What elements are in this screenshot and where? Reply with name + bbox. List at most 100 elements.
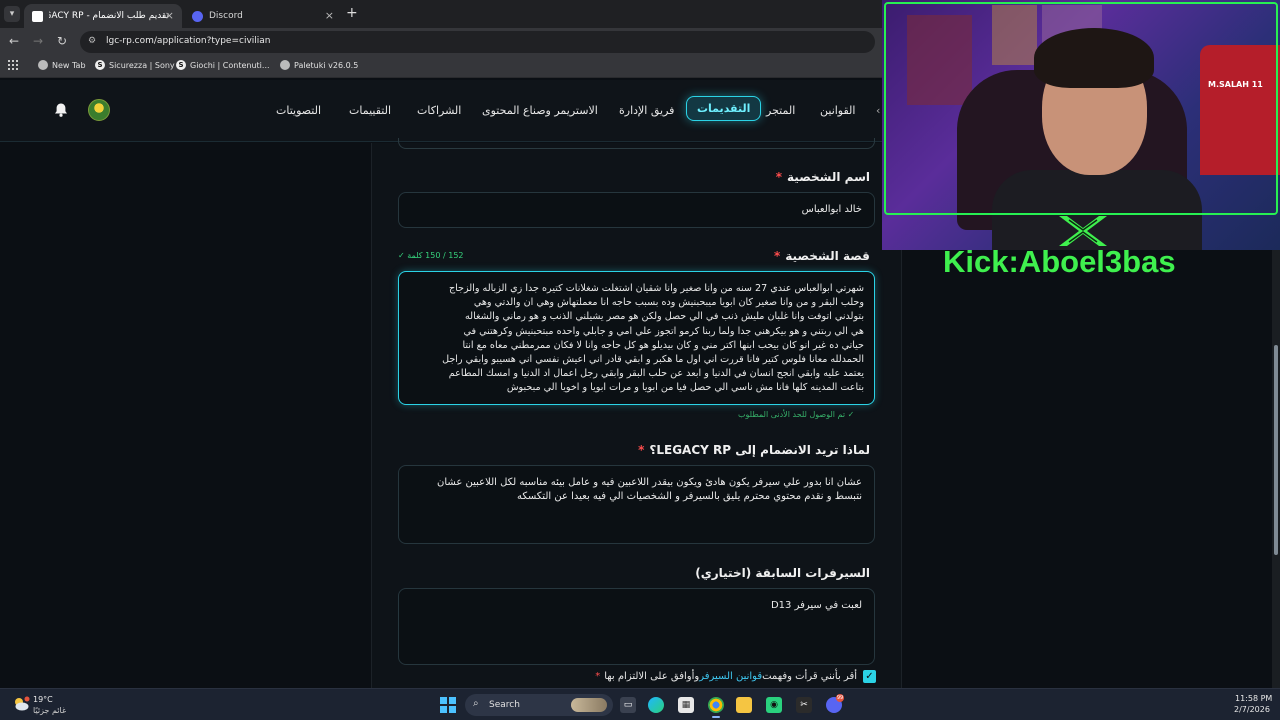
tab-search-icon[interactable]: ▾ (4, 6, 20, 22)
character-name-input[interactable]: خالد ابوالعباس (398, 192, 875, 228)
required-mark: * (775, 170, 783, 184)
rules-agreement: ✓ أقر بأنني قرأت وفهمت قوانين السيرفر وأ… (560, 668, 876, 684)
close-tab-icon[interactable]: × (165, 9, 174, 22)
s-icon: S (176, 60, 186, 70)
nav-admin-team[interactable]: فريق الإدارة (619, 104, 674, 117)
nav-streamers[interactable]: الاستريمر وصناع المحتوى (482, 104, 598, 117)
why-join-textarea[interactable]: عشان انا بدور علي سيرفر يكون هادئ ويكون … (398, 465, 875, 544)
store-icon[interactable]: ▦ (678, 697, 694, 713)
x-logo-icon (1059, 216, 1107, 246)
weather-temp[interactable]: 19°C (33, 695, 53, 704)
notification-badge: 99 (836, 694, 844, 702)
forward-icon[interactable]: → (33, 34, 43, 48)
agree-text-end: وأوافق على الالتزام بها (604, 670, 700, 682)
search-highlight-image (571, 698, 607, 712)
nav-reviews[interactable]: التقييمات (349, 104, 391, 117)
screen: ▾ تقديم طلب الانضمام - LEGACY RP × Disco… (0, 0, 1280, 720)
story-line: يعتمد عليه وابقي انجح انسان في الدنيا و … (448, 368, 864, 380)
required-mark: * (638, 443, 645, 457)
site-info-icon[interactable]: ⚙ (88, 36, 100, 48)
story-line: وحلب البقر و من وانا صغير كان ابويا ميبح… (473, 297, 864, 309)
nav-applications[interactable]: التقديمات (686, 96, 762, 121)
legacy-favicon-icon (32, 10, 43, 22)
site-header: القوانين المتجر التقديمات فريق الإدارة ا… (0, 80, 882, 142)
search-label: Search (489, 700, 520, 710)
story-line: حياتي ده غير انو كان بيحب ابنها اكتر مني… (462, 339, 864, 351)
capcut-icon[interactable]: ✂ (796, 697, 812, 713)
webcam-frame (884, 2, 1278, 215)
label-text: اسم الشخصية (787, 170, 870, 184)
globe-icon (38, 60, 48, 70)
character-name-label: اسم الشخصية * (775, 170, 876, 184)
required-mark: * (774, 249, 781, 263)
clock-time[interactable]: 11:58 PM (1235, 694, 1272, 703)
bookmark-new-tab[interactable]: New Tab (38, 60, 86, 70)
story-line: شهرتي ابوالعباس عندي 27 سنه من وانا صغير… (448, 283, 864, 294)
agree-checkbox[interactable]: ✓ (863, 669, 876, 683)
nav-store[interactable]: المتجر (766, 104, 795, 117)
bookmark-giochi[interactable]: S Giochi | Contenuti... (176, 60, 270, 70)
bookmark-label: Giochi | Contenuti... (190, 60, 270, 70)
weather-description[interactable]: غائم جزئيًا (33, 706, 66, 715)
tab-title: تقديم طلب الانضمام - LEGACY RP (49, 11, 169, 21)
url-bar[interactable]: ⚙ lgc-rp.com/application?type=civilian (80, 31, 875, 53)
chrome-icon[interactable] (708, 697, 724, 718)
task-view-icon[interactable]: ▭ (620, 697, 636, 713)
story-line: بتاعت المدينه كلها فانا مش ناسي الي حصل … (506, 382, 864, 394)
required-mark: * (595, 670, 601, 682)
os-taskbar: 19°C غائم جزئيًا ⌕ Search ▭ ▦ ◉ ✂ (0, 688, 1280, 720)
rules-link[interactable]: قوانين السيرفر (699, 671, 762, 682)
s-icon: S (95, 60, 105, 70)
clock-date[interactable]: 2/7/2026 (1234, 705, 1270, 714)
bell-icon[interactable] (53, 102, 69, 118)
bookmarks-bar: New Tab S Sicurezza | Sony S Giochi | Co… (0, 56, 882, 78)
bookmark-label: New Tab (52, 60, 86, 70)
new-tab-button[interactable]: + (346, 5, 358, 21)
nav-more-icon[interactable]: ‹ (876, 104, 880, 117)
taskbar-search[interactable]: ⌕ Search (465, 694, 613, 716)
story-line: الحمدلله معانا فلوس كتير فانا قررت اني ا… (442, 354, 864, 366)
tab-legacy-rp[interactable]: تقديم طلب الانضمام - LEGACY RP × (24, 4, 182, 28)
minimum-reached-note: ✓ تم الوصول للحد الأدنى المطلوب (738, 410, 855, 419)
nav-partners[interactable]: الشراكات (417, 104, 461, 117)
previous-servers-label: السيرفرات السابقة (اختياري) (695, 566, 876, 580)
nav-rules[interactable]: القوانين (820, 104, 855, 117)
why-join-label: ? لماذا تريد الانضمام إلى LEGACY RP؟ * (638, 443, 876, 457)
bookmark-label: Sicurezza | Sony (109, 60, 175, 70)
app-icon[interactable]: ◉ (766, 697, 782, 713)
bookmark-sony[interactable]: S Sicurezza | Sony (95, 60, 175, 70)
bookmark-paletuki[interactable]: Paletuki v26.0.5 (280, 60, 358, 70)
word-counter: 152 / 150 كلمة ✓ (398, 251, 464, 260)
bookmark-label: Paletuki v26.0.5 (294, 60, 359, 70)
globe-icon (280, 60, 290, 70)
why-line: عشان انا بدور علي سيرفر يكون هادئ ويكون … (437, 477, 862, 488)
agree-text: أقر بأنني قرأت وفهمت (762, 670, 857, 682)
story-line: هي الي ربتني و هو بيكرهني جدا ولما ربنا … (463, 325, 864, 337)
previous-field-edge (398, 138, 875, 149)
label-text: قصة الشخصية (785, 249, 870, 263)
story-line: بتولدني اتوفت وانا غلبان مليش ذنب في الي… (465, 311, 864, 323)
tab-discord[interactable]: Discord × (184, 4, 342, 28)
close-tab-icon[interactable]: × (325, 9, 334, 22)
url-text[interactable]: lgc-rp.com/application?type=civilian (106, 36, 271, 46)
back-icon[interactable]: ← (9, 34, 19, 48)
tab-title: Discord (209, 11, 243, 21)
reload-icon[interactable]: ↻ (57, 34, 67, 48)
address-bar-row: ← → ↻ ⚙ lgc-rp.com/application?type=civi… (0, 28, 882, 56)
search-icon: ⌕ (473, 698, 479, 709)
weather-cloud-icon[interactable] (12, 695, 30, 713)
file-explorer-icon[interactable] (736, 697, 752, 713)
why-line: نتبسط و نقدم محتوي محترم يليق بالسيرفر و… (516, 491, 862, 502)
windows-start-icon[interactable] (440, 697, 456, 713)
edge-icon[interactable] (648, 697, 664, 713)
discord-favicon-icon (192, 10, 203, 22)
character-story-textarea[interactable]: شهرتي ابوالعباس عندي 27 سنه من وانا صغير… (398, 271, 875, 405)
user-avatar[interactable] (88, 99, 110, 121)
nav-votes[interactable]: التصويتات (276, 104, 321, 117)
character-story-label: قصة الشخصية * (774, 249, 876, 263)
kick-channel-text: Kick:Aboel3bas (943, 244, 1176, 279)
previous-servers-textarea[interactable]: لعبت في سيرفر D13 (398, 588, 875, 665)
scrollbar-thumb[interactable] (1274, 345, 1278, 555)
label-text: لماذا تريد الانضمام إلى LEGACY RP؟ (649, 443, 870, 457)
apps-icon[interactable] (8, 60, 18, 70)
